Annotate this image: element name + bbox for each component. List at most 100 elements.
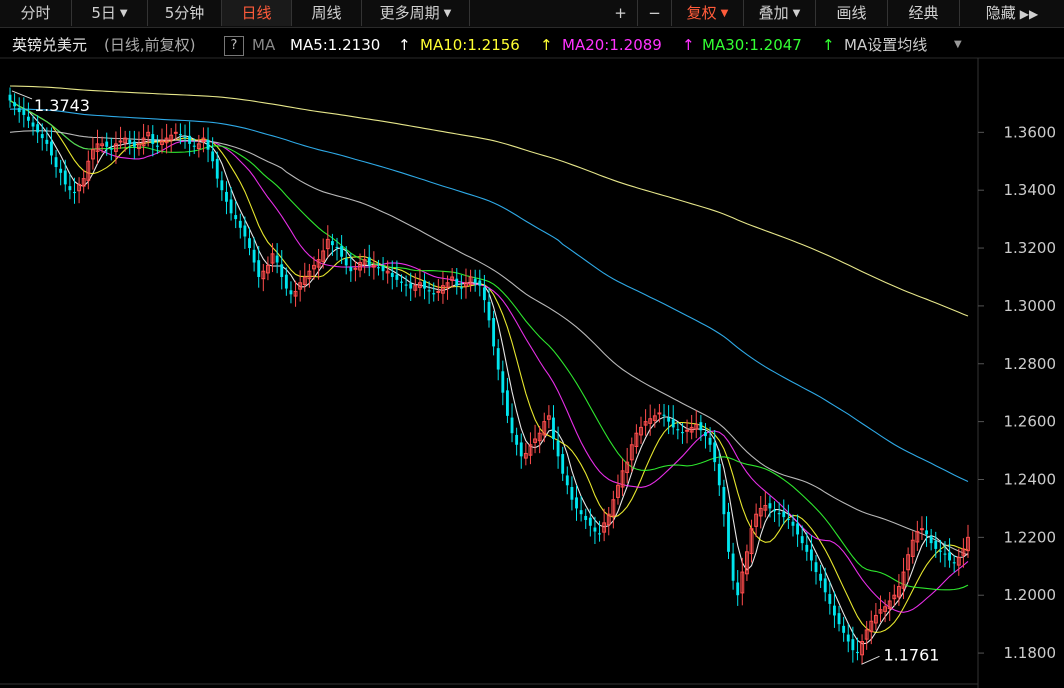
ma60-line — [9, 130, 969, 556]
candle-body — [505, 390, 509, 416]
candle-body — [796, 523, 800, 535]
candle-body — [118, 140, 123, 143]
candle-body — [40, 134, 44, 139]
candle-body — [662, 414, 666, 416]
candle-body — [289, 290, 293, 295]
candle-body — [708, 437, 712, 445]
candle-body — [220, 180, 224, 191]
candle-body — [234, 215, 238, 220]
candle-body — [54, 157, 58, 168]
candle-body — [570, 487, 574, 500]
candle-body — [579, 510, 583, 515]
candle-body — [805, 544, 809, 552]
candle-body — [344, 258, 348, 266]
candle-body — [50, 141, 53, 156]
candle-body — [473, 278, 477, 283]
candle-body — [73, 191, 76, 194]
candle-body — [593, 527, 597, 532]
candle-body — [257, 260, 261, 277]
candle-body — [833, 605, 836, 616]
candle-body — [575, 497, 578, 509]
candle-body — [409, 283, 413, 289]
candle-body — [943, 553, 947, 555]
y-tick-label: 1.2400 — [1004, 470, 1057, 488]
y-tick-label: 1.3200 — [1004, 239, 1057, 257]
candle-body — [8, 94, 12, 101]
candle-body — [400, 281, 403, 283]
low-pointer — [861, 655, 880, 665]
candle-body — [45, 139, 49, 144]
candle-body — [340, 245, 344, 257]
y-tick-label: 1.3400 — [1004, 181, 1057, 199]
candle-body — [390, 272, 394, 277]
candle-body — [552, 417, 555, 439]
candle-body — [377, 267, 380, 269]
candle-body — [26, 116, 30, 121]
y-tick-label: 1.2600 — [1004, 413, 1057, 431]
candle-body — [782, 511, 786, 518]
candle-body — [63, 170, 67, 185]
candle-body — [432, 293, 436, 295]
candle-body — [496, 348, 500, 370]
candle-body — [188, 135, 192, 144]
candle-body — [128, 139, 132, 144]
candle-body — [667, 417, 671, 422]
candle-body — [952, 562, 956, 564]
candle-body — [17, 108, 21, 113]
candle-body — [823, 578, 827, 593]
candle-body — [925, 530, 928, 535]
candle-body — [252, 249, 256, 263]
candle-body — [727, 511, 730, 552]
y-tick-label: 1.2800 — [1004, 355, 1057, 373]
candle-body — [828, 594, 832, 604]
candle-body — [717, 463, 721, 486]
candle-body — [211, 151, 215, 162]
candle-body — [598, 533, 601, 535]
candle-body — [584, 515, 588, 520]
candle-body — [722, 487, 726, 515]
candle-body — [681, 432, 684, 434]
candle-body — [819, 573, 823, 581]
ma30-line — [9, 100, 969, 591]
candle-body — [423, 280, 426, 289]
low-label: 1.1761 — [883, 645, 939, 664]
candle-body — [248, 238, 251, 249]
candle-body — [588, 517, 592, 526]
candle-body — [671, 419, 675, 428]
candle-body — [427, 290, 431, 292]
candlestick-chart[interactable]: 1.3600 1.3400 1.3200 1.3000 1.2800 1.2600 1.24… — [0, 0, 1064, 688]
candle-body — [699, 422, 703, 431]
candle-body — [155, 145, 159, 147]
candle-body — [736, 582, 740, 596]
y-tick-label: 1.1800 — [1004, 644, 1057, 662]
candle-body — [36, 124, 40, 133]
candle-body — [713, 442, 717, 463]
candle-body — [773, 510, 776, 512]
candle-body — [482, 287, 486, 301]
candle-body — [842, 625, 846, 633]
candle-body — [31, 122, 35, 127]
ma10-line — [9, 100, 969, 634]
candle-body — [459, 287, 463, 289]
candle-body — [381, 265, 385, 272]
candle-body — [856, 651, 859, 654]
candle-body — [561, 454, 565, 474]
candle-body — [786, 518, 790, 520]
candle-body — [275, 255, 279, 263]
candle-body — [22, 109, 26, 115]
candle-body — [478, 280, 482, 286]
y-tick-label: 1.2000 — [1004, 586, 1057, 604]
candle-body — [353, 267, 358, 270]
candle-body — [109, 148, 113, 150]
candle-body — [846, 634, 850, 642]
candle-body — [657, 412, 662, 415]
candle-body — [565, 475, 569, 486]
high-label: 1.3743 — [34, 96, 90, 115]
candle-body — [132, 141, 136, 147]
candle-body — [487, 301, 491, 321]
candle-body — [404, 284, 408, 286]
y-tick-label: 1.3000 — [1004, 297, 1057, 315]
candle-body — [837, 613, 841, 625]
candle-body — [183, 136, 187, 139]
candle-body — [768, 503, 772, 509]
